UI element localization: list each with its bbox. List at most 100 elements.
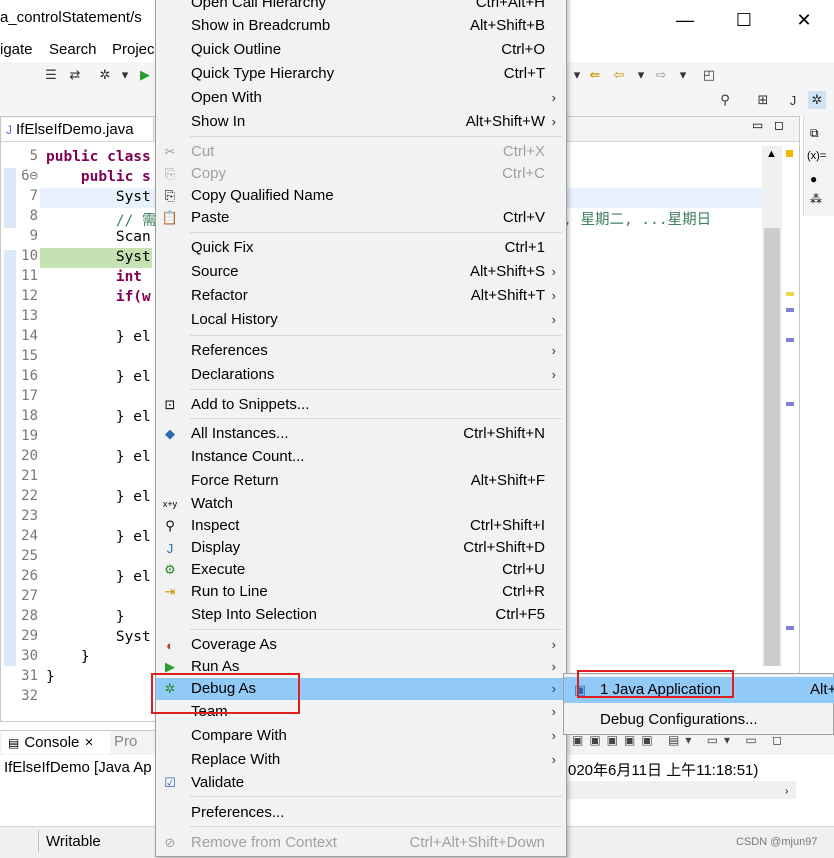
menu-item-label: Local History <box>191 311 278 328</box>
variables-icon[interactable]: (x)= <box>807 150 826 162</box>
forward-icon[interactable]: ⇨ <box>652 66 670 84</box>
close-icon[interactable]: ✕ <box>84 736 93 749</box>
console-process-text: IfElseIfDemo [Java Ap <box>4 759 152 776</box>
menu-project[interactable]: Projec <box>112 41 155 58</box>
java-perspective-icon[interactable]: J <box>784 91 802 109</box>
restore-icon[interactable]: ⧉ <box>810 126 819 141</box>
menu-item-step-into-selection[interactable]: Step Into Selection Ctrl+F5 <box>156 604 566 626</box>
menu-item-compare-with[interactable]: Compare With › <box>156 725 566 747</box>
menu-item-watch[interactable]: x+y Watch <box>156 493 566 515</box>
close-button[interactable]: ✕ <box>784 6 824 34</box>
chevron-down-icon[interactable]: ▾ <box>674 66 692 84</box>
overview-marker[interactable] <box>786 292 794 296</box>
code-line: } el <box>46 369 151 385</box>
menu-item-add-to-snippets[interactable]: ⊡ Add to Snippets... <box>156 394 566 416</box>
expressions-icon[interactable]: ⁂ <box>810 192 822 206</box>
menu-item-display[interactable]: J Display Ctrl+Shift+D <box>156 537 566 559</box>
menu-item-copy-qualified-name[interactable]: ⎘ Copy Qualified Name <box>156 185 566 207</box>
back-icon[interactable]: ⇦ <box>610 66 628 84</box>
status-divider <box>38 830 39 852</box>
scrollbar-thumb[interactable] <box>764 228 780 666</box>
warning-marker[interactable] <box>786 150 793 157</box>
menu-item-quick-type-hierarchy[interactable]: Quick Type Hierarchy Ctrl+T <box>156 63 566 85</box>
menu-item-show-in-breadcrumb[interactable]: Show in Breadcrumb Alt+Shift+B <box>156 15 566 37</box>
debug-icon[interactable]: ✲ <box>96 66 114 84</box>
search-icon[interactable]: ⚲ <box>716 91 734 109</box>
menu-search[interactable]: Search <box>49 41 97 58</box>
editor-tab[interactable]: J IfElseIfDemo.java <box>2 118 154 141</box>
menu-item-replace-with[interactable]: Replace With › <box>156 749 566 771</box>
menu-item-accel: Ctrl+Shift+N <box>463 425 545 442</box>
overview-ruler <box>784 146 796 666</box>
menu-item-label: Copy Qualified Name <box>191 187 334 204</box>
menu-item-instance-count[interactable]: Instance Count... <box>156 446 566 468</box>
menu-item-references[interactable]: References › <box>156 340 566 362</box>
overview-marker[interactable] <box>786 308 794 312</box>
scroll-right-icon[interactable]: › <box>785 786 788 797</box>
console-toolbar[interactable]: ▣▣▣▣▣ ▤▾ ▭▾ ▭ ◻ <box>572 733 788 747</box>
menu-item-label: Execute <box>191 561 246 578</box>
overview-marker[interactable] <box>786 402 794 406</box>
overview-marker[interactable] <box>786 338 794 342</box>
overview-marker[interactable] <box>786 626 794 630</box>
menu-item-cut[interactable]: ✂ Cut Ctrl+X <box>156 141 566 163</box>
chevron-down-icon[interactable]: ▾ <box>632 66 650 84</box>
menu-item-label: Add to Snippets... <box>191 396 310 413</box>
line-number: 29 <box>21 628 38 644</box>
new-window-icon[interactable]: ◰ <box>700 66 718 84</box>
console-tab-label: Console <box>24 734 80 751</box>
chevron-right-icon: › <box>551 681 556 696</box>
menu-item-label: Source <box>191 263 239 280</box>
menu-item-run-to-line[interactable]: ⇥ Run to Line Ctrl+R <box>156 581 566 603</box>
menu-item-source[interactable]: Source Alt+Shift+S › <box>156 261 566 283</box>
menu-item-declarations[interactable]: Declarations › <box>156 364 566 386</box>
chevron-right-icon: › <box>551 312 556 327</box>
line-number: 24 <box>21 528 38 544</box>
menu-item-copy[interactable]: ⎘ Copy Ctrl+C <box>156 163 566 185</box>
console-tab[interactable]: ▤ Console ✕ <box>2 731 110 754</box>
menu-item-local-history[interactable]: Local History › <box>156 309 566 331</box>
horizontal-scrollbar[interactable] <box>566 781 796 799</box>
menu-item-quick-fix[interactable]: Quick Fix Ctrl+1 <box>156 237 566 259</box>
open-perspective-icon[interactable]: ⊞ <box>754 91 772 109</box>
menu-item-paste[interactable]: 📋 Paste Ctrl+V <box>156 207 566 229</box>
menu-item-coverage-as[interactable]: ◐ Coverage As › <box>156 634 566 656</box>
code-line: } <box>46 649 90 665</box>
menu-item-open-call-hierarchy[interactable]: Open Call Hierarchy Ctrl+Alt+H <box>156 0 566 14</box>
remove-context-icon: ⊘ <box>164 835 176 850</box>
line-number: 28 <box>21 608 38 624</box>
chevron-down-icon[interactable]: ▾ <box>116 66 134 84</box>
list-icon[interactable]: ☰ <box>42 66 60 84</box>
debug-perspective-icon[interactable]: ✲ <box>808 91 826 109</box>
swap-icon[interactable]: ⇄ <box>66 66 84 84</box>
run-icon[interactable]: ▶ <box>136 66 154 84</box>
menu-item-label: Remove from Context <box>191 834 337 851</box>
chevron-down-icon[interactable]: ▾ <box>568 66 586 84</box>
menu-item-all-instances[interactable]: ◆ All Instances... Ctrl+Shift+N <box>156 423 566 445</box>
watermark: CSDN @mjun97 <box>736 836 818 848</box>
menu-item-inspect[interactable]: ⚲ Inspect Ctrl+Shift+I <box>156 515 566 537</box>
maximize-button[interactable]: ☐ <box>724 6 764 34</box>
menu-item-open-with[interactable]: Open With › <box>156 87 566 109</box>
menu-item-show-in[interactable]: Show In Alt+Shift+W › <box>156 111 566 133</box>
minimize-button[interactable]: — <box>665 6 705 34</box>
menu-item-remove-from-context[interactable]: ⊘ Remove from Context Ctrl+Alt+Shift+Down <box>156 832 566 854</box>
scroll-up-icon[interactable]: ▲ <box>766 148 777 160</box>
menu-item-accel: Ctrl+Shift+D <box>463 539 545 556</box>
maximize-view-icon[interactable]: ◻ <box>774 118 784 132</box>
line-number: 9 <box>29 228 38 244</box>
breakpoints-icon[interactable]: ● <box>810 172 817 186</box>
checkbox-icon: ☑ <box>164 775 176 790</box>
minimize-view-icon[interactable]: ▭ <box>752 118 763 132</box>
menu-item-execute[interactable]: ⚙ Execute Ctrl+U <box>156 559 566 581</box>
last-edit-icon[interactable]: ⇚ <box>586 66 604 84</box>
menu-item-validate[interactable]: ☑ Validate <box>156 772 566 794</box>
submenu-item-debug-configurations[interactable]: Debug Configurations... <box>564 707 834 733</box>
menu-navigate[interactable]: igate <box>0 41 33 58</box>
menu-item-refactor[interactable]: Refactor Alt+Shift+T › <box>156 285 566 307</box>
menu-item-preferences[interactable]: Preferences... <box>156 802 566 824</box>
problems-tab[interactable]: Pro <box>114 733 137 750</box>
menu-item-quick-outline[interactable]: Quick Outline Ctrl+O <box>156 39 566 61</box>
menu-item-force-return[interactable]: Force Return Alt+Shift+F <box>156 470 566 492</box>
line-number: 10 <box>21 248 38 264</box>
